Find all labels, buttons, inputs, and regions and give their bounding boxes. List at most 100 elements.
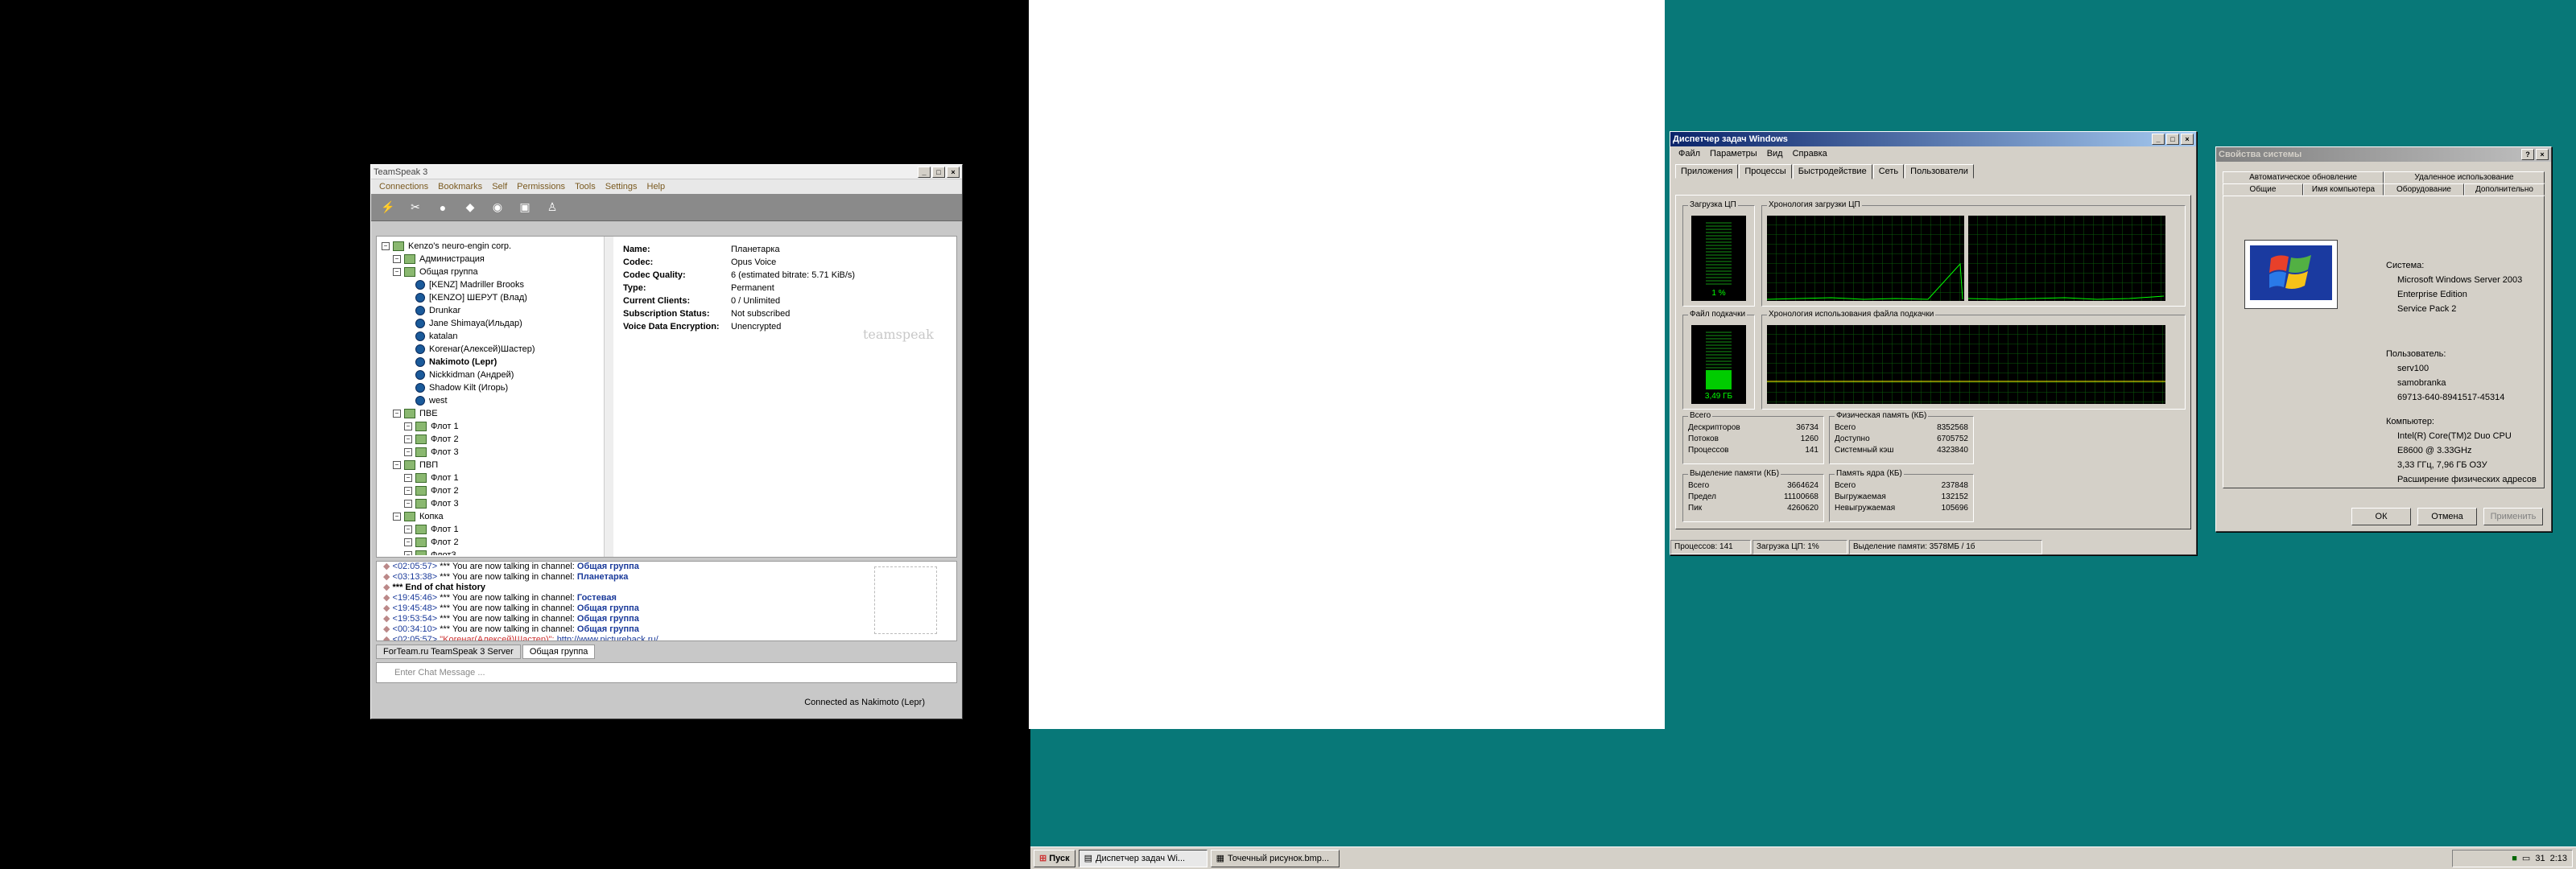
expand-icon[interactable]: − xyxy=(393,410,401,418)
menu-item[interactable]: Settings xyxy=(601,182,642,192)
menu-item[interactable]: Справка xyxy=(1788,149,1832,159)
sysprops-tab[interactable]: Имя компьютера xyxy=(2303,183,2384,196)
close-button[interactable]: × xyxy=(2181,134,2194,145)
menu-item[interactable]: Bookmarks xyxy=(433,182,487,192)
tree-scrollbar[interactable] xyxy=(604,237,613,557)
minimize-button[interactable]: _ xyxy=(2152,134,2165,145)
network-icon[interactable]: ■ xyxy=(2512,854,2517,863)
expand-icon[interactable]: − xyxy=(393,268,401,276)
expand-icon[interactable]: − xyxy=(404,487,412,495)
start-button[interactable]: ⊞ Пуск xyxy=(1034,849,1075,867)
menu-item[interactable]: Help xyxy=(642,182,671,192)
tree-row[interactable]: − Копка xyxy=(382,510,601,523)
tree-row[interactable]: Drunkar xyxy=(382,304,601,317)
close-button[interactable]: × xyxy=(2536,149,2549,160)
tree-row[interactable]: − ПВП xyxy=(382,459,601,472)
tree-row[interactable]: − Флот 2 xyxy=(382,536,601,549)
tree-row[interactable]: − Флот 1 xyxy=(382,523,601,536)
connect-icon[interactable]: ⚡ xyxy=(378,198,398,217)
expand-icon[interactable]: − xyxy=(382,242,390,250)
tree-row[interactable]: − Флот 1 xyxy=(382,420,601,433)
tree-row[interactable]: − Флот 2 xyxy=(382,433,601,446)
taskbar-button-task-manager[interactable]: ▤ Диспетчер задач Wi... xyxy=(1078,849,1208,867)
tree-row[interactable]: − Общая группа xyxy=(382,266,601,278)
away-icon[interactable]: ◉ xyxy=(487,198,508,217)
maximize-button[interactable]: □ xyxy=(2166,134,2179,145)
expand-icon[interactable]: − xyxy=(393,255,401,263)
tree-row[interactable]: − Флот3 xyxy=(382,549,601,555)
tree-row[interactable]: Nakimoto (Lepr) xyxy=(382,356,601,369)
task-manager-titlebar[interactable]: Диспетчер задач Windows _ □ × xyxy=(1670,132,2196,146)
maximize-button[interactable]: □ xyxy=(932,166,945,178)
tree-row[interactable]: − Флот 1 xyxy=(382,472,601,484)
tree-row[interactable]: Shadow Kilt (Игорь) xyxy=(382,381,601,394)
expand-icon[interactable]: − xyxy=(404,538,412,546)
menu-item[interactable]: Параметры xyxy=(1705,149,1762,159)
expand-icon[interactable]: − xyxy=(404,448,412,456)
expand-icon[interactable]: − xyxy=(404,422,412,430)
chat-channel[interactable]: http://www.picturehack.ru/ xyxy=(557,635,658,640)
sysprops-tab[interactable]: Автоматическое обновление xyxy=(2223,171,2384,183)
menu-item[interactable]: Connections xyxy=(374,182,433,192)
ok-button[interactable]: ОК xyxy=(2351,508,2411,525)
chat-tab[interactable]: Общая группа xyxy=(522,645,596,659)
tree-row[interactable]: west xyxy=(382,394,601,407)
clock[interactable]: 2:13 xyxy=(2550,854,2567,863)
taskbar-button-paint[interactable]: ▦ Точечный рисунок.bmp... xyxy=(1210,849,1340,867)
sysprops-tab[interactable]: Оборудование xyxy=(2384,183,2464,196)
tree-row[interactable]: − Флот 2 xyxy=(382,484,601,497)
menu-item[interactable]: Файл xyxy=(1674,149,1705,159)
tree-row[interactable]: Jane Shimaya(Ильдар) xyxy=(382,317,601,330)
chat-channel: Гостевая xyxy=(576,593,617,603)
minimize-button[interactable]: _ xyxy=(918,166,931,178)
close-button[interactable]: × xyxy=(947,166,960,178)
tree-row[interactable]: − Kenzo's neuro-engin corp. xyxy=(382,240,601,253)
cancel-button[interactable]: Отмена xyxy=(2417,508,2477,525)
tab-3[interactable]: Сеть xyxy=(1872,164,1905,179)
user-icon[interactable]: ♙ xyxy=(542,198,563,217)
tab-1[interactable]: Процессы xyxy=(1739,164,1792,179)
monitor-icon[interactable]: ▭ xyxy=(2522,853,2530,863)
sysprops-tab[interactable]: Общие xyxy=(2223,183,2303,196)
tree-row[interactable]: Nickkidman (Андрей) xyxy=(382,369,601,381)
chat-tab[interactable]: ForTeam.ru TeamSpeak 3 Server xyxy=(376,645,521,659)
tab-0[interactable]: Приложения xyxy=(1675,164,1739,179)
sysprops-tab[interactable]: Удаленное использование xyxy=(2384,171,2545,183)
stat-row: Выгружаемая 132152 xyxy=(1835,492,1968,504)
expand-icon[interactable]: − xyxy=(404,551,412,555)
chat-line: ◆ <02:05:57> *** You are now talking in … xyxy=(383,562,956,572)
tab-4[interactable]: Пользователи xyxy=(1905,164,1974,179)
tree-row[interactable]: katalan xyxy=(382,330,601,343)
expand-icon[interactable]: − xyxy=(404,435,412,443)
chat-input[interactable]: Enter Chat Message ... xyxy=(376,662,957,683)
expand-icon[interactable]: − xyxy=(393,513,401,521)
teamspeak-titlebar[interactable]: TeamSpeak 3 _ □ × xyxy=(371,165,962,179)
channel-icon[interactable]: ▣ xyxy=(514,198,535,217)
tree-row[interactable]: − Флот 3 xyxy=(382,446,601,459)
physical-memory-group: Физическая память (КБ) Всего 8352568 Досту… xyxy=(1829,411,1974,464)
menu-item[interactable]: Вид xyxy=(1762,149,1788,159)
expand-icon[interactable]: − xyxy=(404,525,412,533)
sysprops-tab[interactable]: Дополнительно xyxy=(2464,183,2545,196)
mute-microphone-icon[interactable]: ● xyxy=(432,198,453,217)
tree-label: Флот 1 xyxy=(431,473,459,483)
menu-item[interactable]: Tools xyxy=(570,182,601,192)
expand-icon[interactable]: − xyxy=(404,500,412,508)
tree-row[interactable]: Koreнar(Алексей)Шастер) xyxy=(382,343,601,356)
tree-row[interactable]: [KENZO] ШЕРУТ (Влад) xyxy=(382,291,601,304)
expand-icon[interactable]: − xyxy=(393,461,401,469)
mute-speakers-icon[interactable]: ◆ xyxy=(460,198,481,217)
tree-row[interactable]: − ПВЕ xyxy=(382,407,601,420)
tree-row[interactable]: − Администрация xyxy=(382,253,601,266)
tree-row[interactable]: − Флот 3 xyxy=(382,497,601,510)
tree-row[interactable]: [KENZ] Madriller Brooks xyxy=(382,278,601,291)
apply-button[interactable]: Применить xyxy=(2483,508,2543,525)
help-button[interactable]: ? xyxy=(2521,149,2534,160)
menu-item[interactable]: Self xyxy=(487,182,512,192)
expand-icon[interactable]: − xyxy=(404,474,412,482)
tab-2[interactable]: Быстродействие xyxy=(1792,164,1872,179)
menu-item[interactable]: Permissions xyxy=(512,182,570,192)
stat-row: Пик 4260620 xyxy=(1688,504,1818,515)
disconnect-icon[interactable]: ✂ xyxy=(405,198,426,217)
system-properties-titlebar[interactable]: Свойства системы ? × xyxy=(2216,147,2551,162)
